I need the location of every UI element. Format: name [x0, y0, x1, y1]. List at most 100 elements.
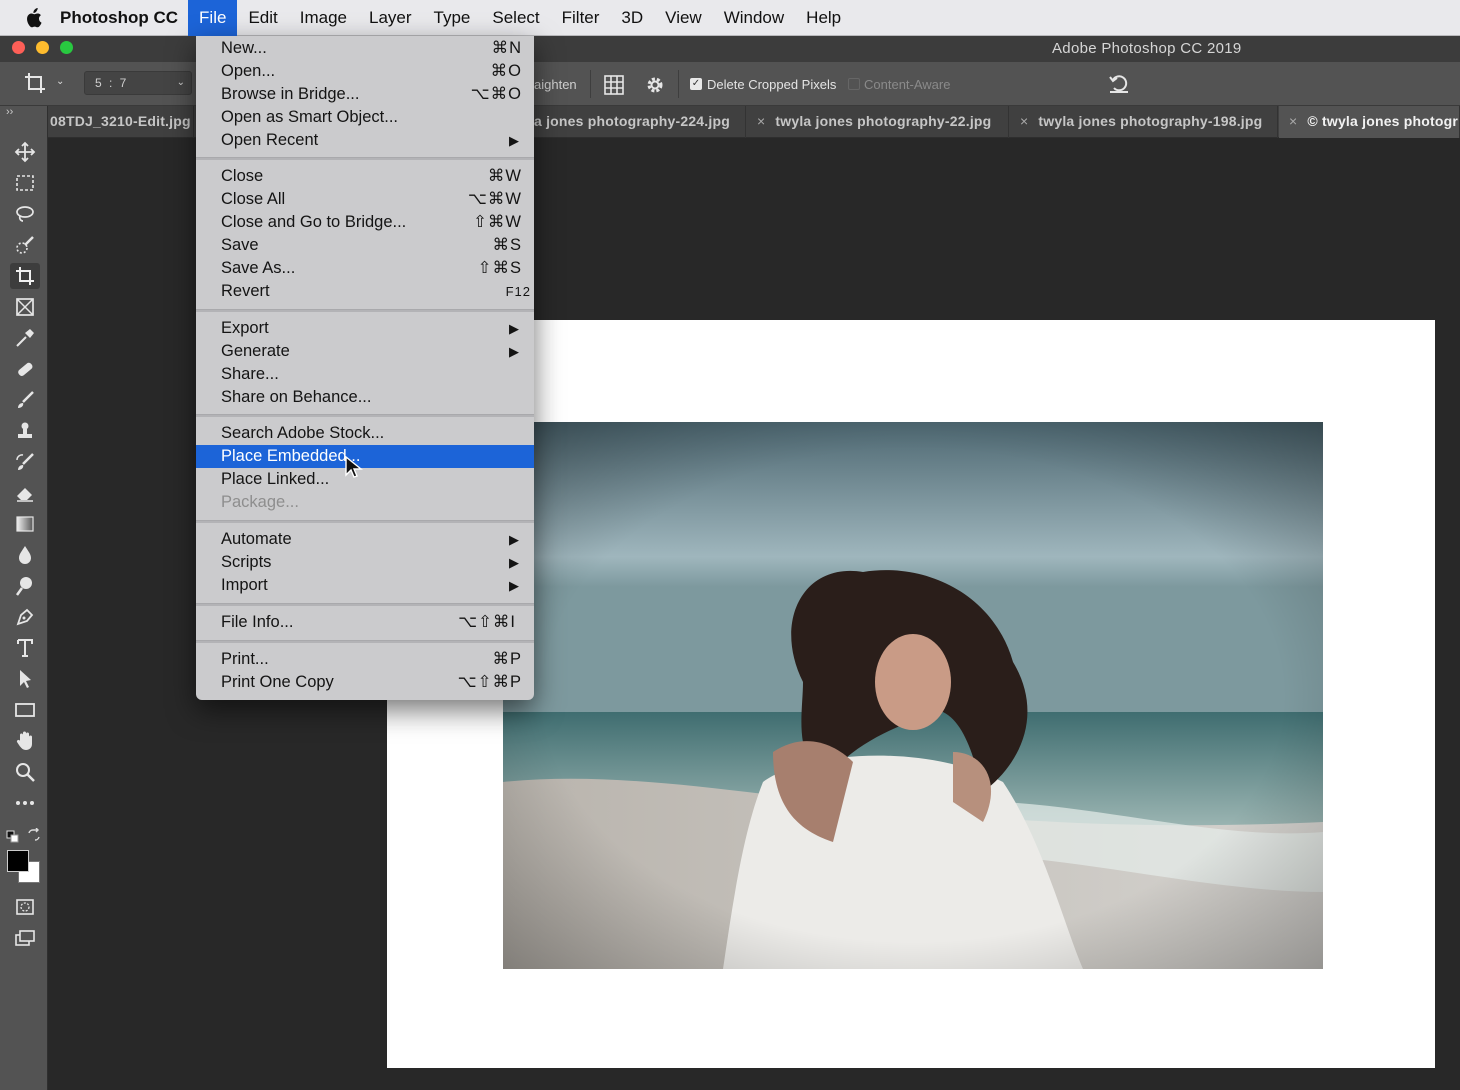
crop-tool-icon[interactable]	[10, 263, 40, 289]
screen-mode-icon[interactable]	[10, 925, 40, 951]
menu-item-save[interactable]: Save ⌘S	[196, 234, 534, 257]
menu-item-share-on-behance[interactable]: Share on Behance...	[196, 386, 534, 409]
type-tool-icon[interactable]	[10, 635, 40, 661]
tab-label: a jones photography-224.jpg	[534, 113, 730, 129]
menu-item-place-embedded[interactable]: Place Embedded...	[196, 445, 534, 468]
brush-tool-icon[interactable]	[10, 387, 40, 413]
menu-item-label: Print...	[221, 650, 269, 668]
menu-item-save-as[interactable]: Save As... ⇧⌘S	[196, 257, 534, 280]
document-tab[interactable]: × twyla jones photography-198.jpg	[1010, 106, 1278, 138]
straighten-button[interactable]: aighten	[534, 77, 577, 92]
crop-preset-icon[interactable]	[24, 72, 46, 94]
menu-select[interactable]: Select	[481, 0, 550, 36]
menu-file[interactable]: File	[188, 0, 238, 36]
menu-item-scripts[interactable]: Scripts ▶	[196, 551, 534, 574]
overlay-grid-icon[interactable]	[603, 74, 625, 96]
menu-item-open-as-smart-object[interactable]: Open as Smart Object...	[196, 106, 534, 129]
menu-item-new[interactable]: New... ⌘N	[196, 37, 534, 60]
menu-item-import[interactable]: Import ▶	[196, 574, 534, 597]
history-brush-tool-icon[interactable]	[10, 449, 40, 475]
apple-icon[interactable]	[22, 7, 44, 29]
menu-layer[interactable]: Layer	[358, 0, 423, 36]
tab-close-icon[interactable]: ×	[1020, 113, 1028, 129]
beach-portrait-photo	[503, 422, 1323, 969]
app-name-menu[interactable]: Photoshop CC	[60, 8, 178, 28]
blur-tool-icon[interactable]	[10, 542, 40, 568]
menu-item-shortcut: ⌘P	[492, 650, 522, 668]
menu-item-browse-in-bridge[interactable]: Browse in Bridge... ⌥⌘O	[196, 83, 534, 106]
path-selection-tool-icon[interactable]	[10, 666, 40, 692]
gradient-tool-icon[interactable]	[10, 511, 40, 537]
menu-item-place-linked[interactable]: Place Linked...	[196, 468, 534, 491]
menu-item-print-one-copy[interactable]: Print One Copy ⌥⇧⌘P	[196, 671, 534, 694]
frame-tool-icon[interactable]	[10, 294, 40, 320]
window-zoom-button[interactable]	[60, 41, 73, 54]
menu-item-label: Search Adobe Stock...	[221, 424, 385, 442]
menu-item-open-recent[interactable]: Open Recent ▶	[196, 129, 534, 152]
window-close-button[interactable]	[12, 41, 25, 54]
zoom-tool-icon[interactable]	[10, 759, 40, 785]
clone-stamp-tool-icon[interactable]	[10, 418, 40, 444]
menu-view[interactable]: View	[654, 0, 713, 36]
menu-item-revert[interactable]: Revert F12	[196, 280, 534, 303]
eyedropper-tool-icon[interactable]	[10, 325, 40, 351]
tab-label: © twyla jones photogr	[1307, 113, 1459, 129]
ratio-select[interactable]: 5 : 7 ⌄	[84, 71, 192, 95]
menu-item-label: Browse in Bridge...	[221, 85, 360, 103]
menu-type[interactable]: Type	[423, 0, 482, 36]
rectangle-tool-icon[interactable]	[10, 697, 40, 723]
lasso-tool-icon[interactable]	[10, 201, 40, 227]
menu-item-share[interactable]: Share...	[196, 363, 534, 386]
reset-icon[interactable]	[1107, 71, 1131, 95]
hand-tool-icon[interactable]	[10, 728, 40, 754]
menu-item-label: Share...	[221, 365, 279, 383]
menu-filter[interactable]: Filter	[551, 0, 611, 36]
menu-help[interactable]: Help	[795, 0, 852, 36]
swap-colors-icon[interactable]	[27, 827, 41, 842]
menu-image[interactable]: Image	[289, 0, 358, 36]
menu-item-automate[interactable]: Automate ▶	[196, 528, 534, 551]
document-tab[interactable]: 08TDJ_3210-Edit.jpg	[48, 106, 194, 138]
menu-item-export[interactable]: Export ▶	[196, 317, 534, 340]
delete-cropped-checkbox[interactable]: ✓	[690, 78, 702, 90]
eraser-tool-icon[interactable]	[10, 480, 40, 506]
menu-item-open[interactable]: Open... ⌘O	[196, 60, 534, 83]
content-aware-checkbox[interactable]	[848, 78, 860, 90]
quick-mask-icon[interactable]	[10, 894, 40, 920]
marquee-tool-icon[interactable]	[10, 170, 40, 196]
menu-item-shortcut: ⌥⇧⌘P	[457, 673, 522, 691]
gear-icon[interactable]	[644, 74, 666, 96]
chevron-down-icon[interactable]: ⌄	[56, 76, 64, 87]
submenu-arrow-icon: ▶	[509, 321, 519, 336]
menu-item-search-adobe-stock[interactable]: Search Adobe Stock...	[196, 422, 534, 445]
move-tool-icon[interactable]	[10, 139, 40, 165]
more-tools-icon[interactable]	[10, 790, 40, 816]
healing-brush-tool-icon[interactable]	[10, 356, 40, 382]
menu-item-shortcut: ⇧⌘S	[477, 259, 522, 277]
menu-item-file-info[interactable]: File Info... ⌥⇧⌘I	[196, 611, 534, 634]
menu-item-print[interactable]: Print... ⌘P	[196, 648, 534, 671]
pen-tool-icon[interactable]	[10, 604, 40, 630]
default-colors-icon[interactable]	[6, 830, 20, 844]
tab-close-icon[interactable]: ×	[1289, 113, 1297, 129]
menu-item-close-all[interactable]: Close All ⌥⌘W	[196, 188, 534, 211]
menu-item-shortcut: ⌥⇧⌘I	[458, 613, 516, 631]
menu-edit[interactable]: Edit	[237, 0, 288, 36]
tab-close-icon[interactable]: ×	[757, 113, 765, 129]
foreground-color-swatch[interactable]	[7, 850, 29, 872]
menu-item-label: Import	[221, 576, 268, 594]
menu-item-close[interactable]: Close ⌘W	[196, 165, 534, 188]
document-tab[interactable]: a jones photography-224.jpg	[534, 106, 746, 138]
menu-window[interactable]: Window	[713, 0, 795, 36]
menu-item-close-and-go-to-bridge[interactable]: Close and Go to Bridge... ⇧⌘W	[196, 211, 534, 234]
quick-selection-tool-icon[interactable]	[10, 232, 40, 258]
collapse-icon[interactable]: ››	[6, 106, 13, 118]
document-tab[interactable]: × twyla jones photography-22.jpg	[747, 106, 1009, 138]
menu-item-label: Package...	[221, 493, 299, 511]
document-canvas[interactable]	[387, 320, 1435, 1068]
menu-item-generate[interactable]: Generate ▶	[196, 340, 534, 363]
menu-3d[interactable]: 3D	[610, 0, 654, 36]
dodge-tool-icon[interactable]	[10, 573, 40, 599]
window-minimize-button[interactable]	[36, 41, 49, 54]
document-tab-active[interactable]: × © twyla jones photogr	[1279, 106, 1460, 138]
